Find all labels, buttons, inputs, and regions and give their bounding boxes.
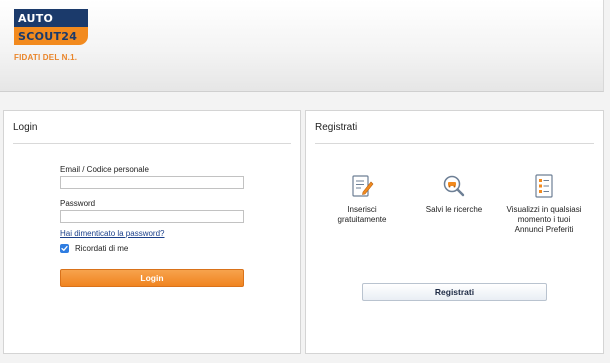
tagline: FIDATI DEL N.1. [14, 53, 78, 62]
register-panel-title: Registrati [315, 122, 358, 133]
login-panel-title: Login [13, 122, 38, 133]
list-document-icon [535, 174, 553, 198]
remember-me-row[interactable]: Ricordati di me [60, 244, 128, 253]
autoscout24-logo[interactable]: AUTO SCOUT24 [14, 9, 88, 45]
password-label: Password [60, 199, 96, 208]
document-pencil-icon [352, 175, 374, 197]
feature-favorites: Visualizzi in qualsiasi momento i tuoi A… [504, 173, 584, 235]
logo-line2: SCOUT24 [14, 27, 88, 45]
login-panel-divider [13, 143, 291, 144]
site-header: AUTO SCOUT24 FIDATI DEL N.1. [0, 0, 604, 92]
remember-me-label: Ricordati di me [75, 244, 129, 253]
feature-text: Inserisci gratuitamente [337, 205, 387, 224]
remember-me-checkbox[interactable] [60, 244, 69, 253]
magnifier-car-icon [443, 175, 465, 197]
forgot-password-link[interactable]: Hai dimenticato la password? [60, 229, 165, 238]
feature-save-searches: Salvi le ricerche [418, 173, 490, 215]
register-button[interactable]: Registrati [362, 283, 547, 301]
logo-line1: AUTO [14, 9, 88, 27]
email-label: Email / Codice personale [60, 165, 149, 174]
feature-text: Salvi le ricerche [425, 205, 483, 214]
checkmark-icon [61, 245, 68, 251]
email-field[interactable] [60, 176, 244, 189]
feature-post-free: Inserisci gratuitamente [326, 173, 398, 225]
password-field[interactable] [60, 210, 244, 223]
login-panel: Login Email / Codice personale Password … [3, 110, 301, 354]
login-button[interactable]: Login [60, 269, 244, 287]
feature-text: Visualizzi in qualsiasi momento i tuoi A… [506, 205, 582, 234]
register-panel-divider [315, 143, 594, 144]
register-panel: Registrati Inserisci gratuitamente Salvi… [305, 110, 604, 354]
